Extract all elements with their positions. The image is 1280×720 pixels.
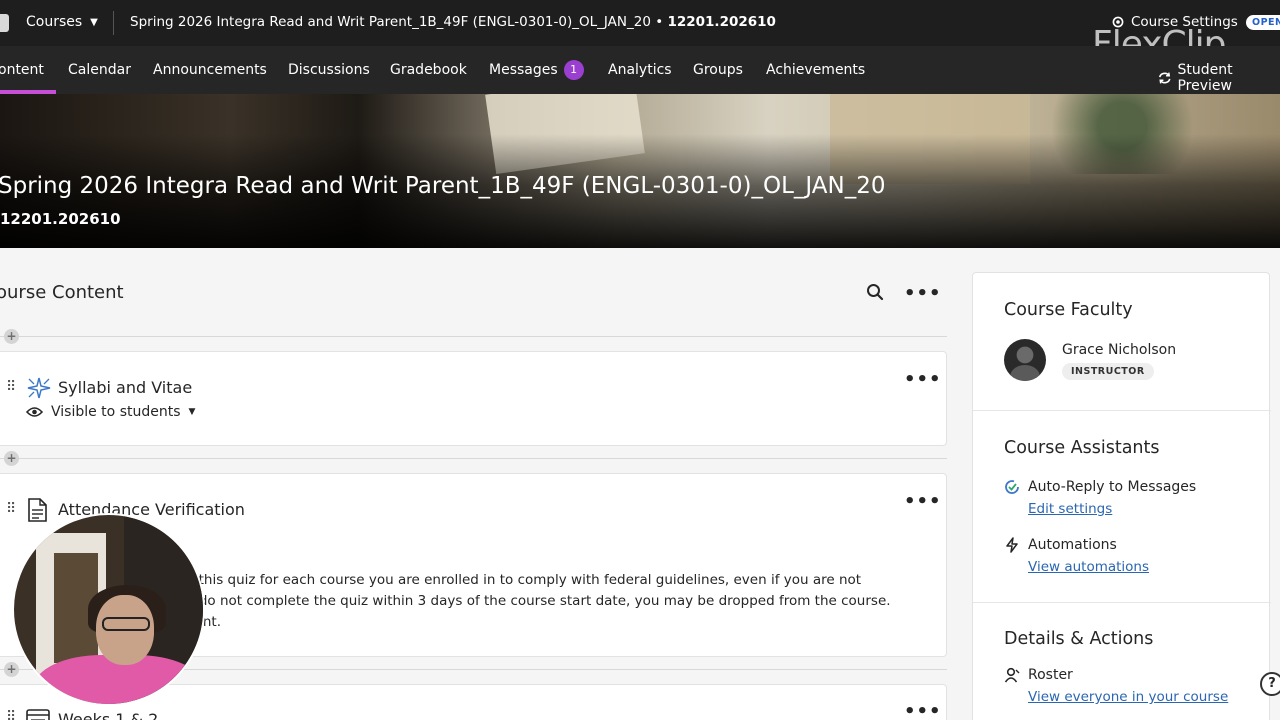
course-faculty-heading: Course Faculty [1004,300,1133,320]
automations-item: Automations [1004,537,1117,553]
tab-calendar[interactable]: Calendar [68,62,131,78]
webcam-overlay [12,513,205,706]
content-more-options-button[interactable]: ••• [904,283,942,304]
visibility-dropdown[interactable]: Visible to students ▼ [26,404,195,420]
description-line: u do not complete the quiz within 3 days… [186,593,891,609]
course-content-heading: ourse Content [0,282,124,303]
top-bar: Courses ▼ Spring 2026 Integra Read and W… [0,0,1280,65]
search-icon[interactable] [866,283,884,301]
visibility-label: Visible to students [51,404,181,420]
content-item-syllabi[interactable]: ⠿ Syllabi and Vitae ••• Visible to stude… [0,351,947,446]
add-content-button[interactable]: + [4,451,19,466]
tab-messages-label: Messages [489,62,558,78]
divider [973,410,1271,411]
item-more-options-button[interactable]: ••• [904,369,942,390]
drag-handle-icon[interactable]: ⠿ [6,379,16,395]
divider [113,11,114,35]
tab-messages[interactable]: Messages 1 [489,60,584,80]
faculty-name[interactable]: Grace Nicholson [1062,342,1176,358]
tab-analytics[interactable]: Analytics [608,62,672,78]
divider [973,602,1271,603]
courses-menu-button[interactable]: Courses ▼ [26,14,98,30]
avatar[interactable] [1004,339,1046,381]
lightning-icon [1006,537,1018,553]
caret-down-icon: ▼ [188,407,196,417]
course-assistants-heading: Course Assistants [1004,438,1160,458]
student-preview-label: Student Preview [1177,62,1233,94]
content-item-title[interactable]: Syllabi and Vitae [58,378,192,397]
course-title: Spring 2026 Integra Read and Writ Parent… [0,173,886,199]
caret-down-icon: ▼ [90,16,98,28]
course-banner: Spring 2026 Integra Read and Writ Parent… [0,94,1280,248]
refresh-icon [1159,72,1171,84]
avatar-silhouette [1010,365,1040,381]
presenter-figure [102,617,150,631]
roster-label: Roster [1028,667,1073,683]
messages-count-badge: 1 [563,60,584,80]
details-actions-heading: Details & Actions [1004,629,1154,649]
tab-discussions[interactable]: Discussions [288,62,370,78]
divider [0,458,947,459]
tab-achievements[interactable]: Achievements [766,62,865,78]
tab-announcements[interactable]: Announcements [153,62,267,78]
item-more-options-button[interactable]: ••• [904,701,942,720]
tab-groups[interactable]: Groups [693,62,743,78]
description-line: nent. [186,612,1016,633]
course-id: 12201.202610 [0,210,121,228]
auto-reply-item: Auto-Reply to Messages [1004,479,1196,495]
content-item-description: e this quiz for each course you are enro… [186,570,1016,633]
role-badge: INSTRUCTOR [1062,363,1154,380]
edit-settings-link[interactable]: Edit settings [1028,501,1112,517]
roster-item: Roster [1004,667,1073,683]
view-automations-link[interactable]: View automations [1028,559,1149,575]
item-more-options-button[interactable]: ••• [904,491,942,512]
automations-label: Automations [1028,537,1117,553]
help-icon[interactable]: ? [1260,672,1280,696]
breadcrumb: Spring 2026 Integra Read and Writ Parent… [130,14,776,30]
drag-handle-icon[interactable]: ⠿ [6,501,16,517]
module-icon [26,709,50,720]
app-menu-button[interactable] [0,14,9,32]
view-everyone-link[interactable]: View everyone in your course [1028,689,1228,705]
tab-gradebook[interactable]: Gradebook [390,62,467,78]
auto-reply-icon [1005,480,1019,494]
breadcrumb-course-id: 12201.202610 [667,14,776,30]
course-nav: ontent Calendar Announcements Discussion… [0,46,1280,94]
student-preview-button[interactable]: Student Preview [1158,62,1280,94]
drag-handle-icon[interactable]: ⠿ [6,709,16,720]
tab-content[interactable]: ontent [0,62,44,78]
add-content-button[interactable]: + [4,662,19,677]
description-line: e this quiz for each course you are enro… [186,572,862,588]
breadcrumb-course: Spring 2026 Integra Read and Writ Parent… [130,14,664,30]
divider [0,336,947,337]
sparkle-icon [27,377,51,399]
content-item-title[interactable]: Weeks 1 & 2 [58,710,158,720]
auto-reply-label: Auto-Reply to Messages [1028,479,1197,495]
document-icon [28,498,47,522]
eye-icon [26,407,43,417]
course-status-badge: OPEN [1246,15,1280,30]
roster-icon [1004,667,1020,683]
add-content-button[interactable]: + [4,329,19,344]
courses-label: Courses [26,14,83,30]
course-details-sidebar: Course Faculty Grace Nicholson INSTRUCTO… [972,272,1271,720]
